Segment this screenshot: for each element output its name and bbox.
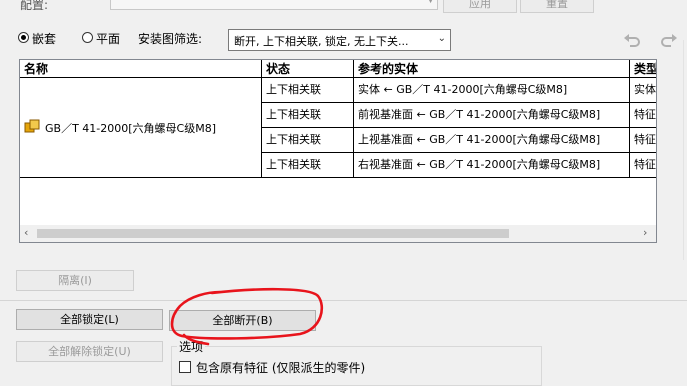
reset-button[interactable]: 重置 [520,0,594,13]
table-cell-entity: 上视基准面 ← GB／T 41-2000[六角螺母C级M8] [354,128,630,153]
chevron-down-icon: ⌄ [437,33,446,44]
filter-label: 安装图筛选: [138,32,203,46]
scrollbar-thumb[interactable] [37,229,509,238]
column-header-type[interactable]: 类型 [630,60,656,78]
references-table[interactable]: 名称 状态 参考的实体 类型 GB／T 41-2000[六角螺母C级M8] 上下… [19,59,657,243]
component-icon [24,119,40,133]
unlock-all-button[interactable]: 全部解除锁定(U) [16,341,163,362]
column-header-state[interactable]: 状态 [262,60,354,78]
component-name: GB／T 41-2000[六角螺母C级M8] [45,122,216,135]
horizontal-scrollbar[interactable]: ‹ › [20,225,656,242]
apply-button[interactable]: 应用 [443,0,517,13]
lock-all-button[interactable]: 全部锁定(L) [16,309,163,330]
table-cell-type: 特征 [630,153,656,178]
include-original-label: 包含原有特征 (仅限派生的零件) [196,361,366,375]
config-label: 配置: [20,0,49,12]
nested-radio[interactable] [18,32,29,43]
flat-label: 平面 [96,32,121,46]
red-annotation-circle [170,287,323,346]
config-dropdown[interactable]: ▼ [110,0,438,10]
nested-label: 嵌套 [32,32,57,46]
include-original-checkbox[interactable] [179,361,191,373]
scroll-left-icon[interactable]: ‹ [24,226,28,239]
column-header-entity[interactable]: 参考的实体 [354,60,630,78]
table-cell-type: 特征 [630,128,656,153]
isolate-button[interactable]: 隔离(I) [16,270,134,291]
table-cell-state: 上下相关联 [262,103,354,128]
filter-value: 断开, 上下相关联, 锁定, 无上下关... [234,35,409,48]
table-cell-state: 上下相关联 [262,128,354,153]
component-cell[interactable]: GB／T 41-2000[六角螺母C级M8] [20,78,262,178]
table-cell-entity: 实体 ← GB／T 41-2000[六角螺母C级M8] [354,78,630,103]
table-cell-entity: 前视基准面 ← GB／T 41-2000[六角螺母C级M8] [354,103,630,128]
flat-radio[interactable] [82,32,93,43]
redo-icon[interactable] [660,33,678,49]
separator [0,300,687,301]
scroll-right-icon[interactable]: › [643,226,647,239]
undo-icon[interactable] [623,33,641,49]
table-cell-entity: 右视基准面 ← GB／T 41-2000[六角螺母C级M8] [354,153,630,178]
panel-divider [683,40,684,260]
filter-dropdown[interactable]: 断开, 上下相关联, 锁定, 无上下关... ⌄ [228,29,451,51]
table-cell-state: 上下相关联 [262,78,354,103]
table-cell-type: 特征 [630,103,656,128]
table-cell-state: 上下相关联 [262,153,354,178]
chevron-down-icon: ▼ [427,0,434,5]
table-cell-type: 实体 [630,78,656,103]
column-header-name[interactable]: 名称 [20,60,262,78]
